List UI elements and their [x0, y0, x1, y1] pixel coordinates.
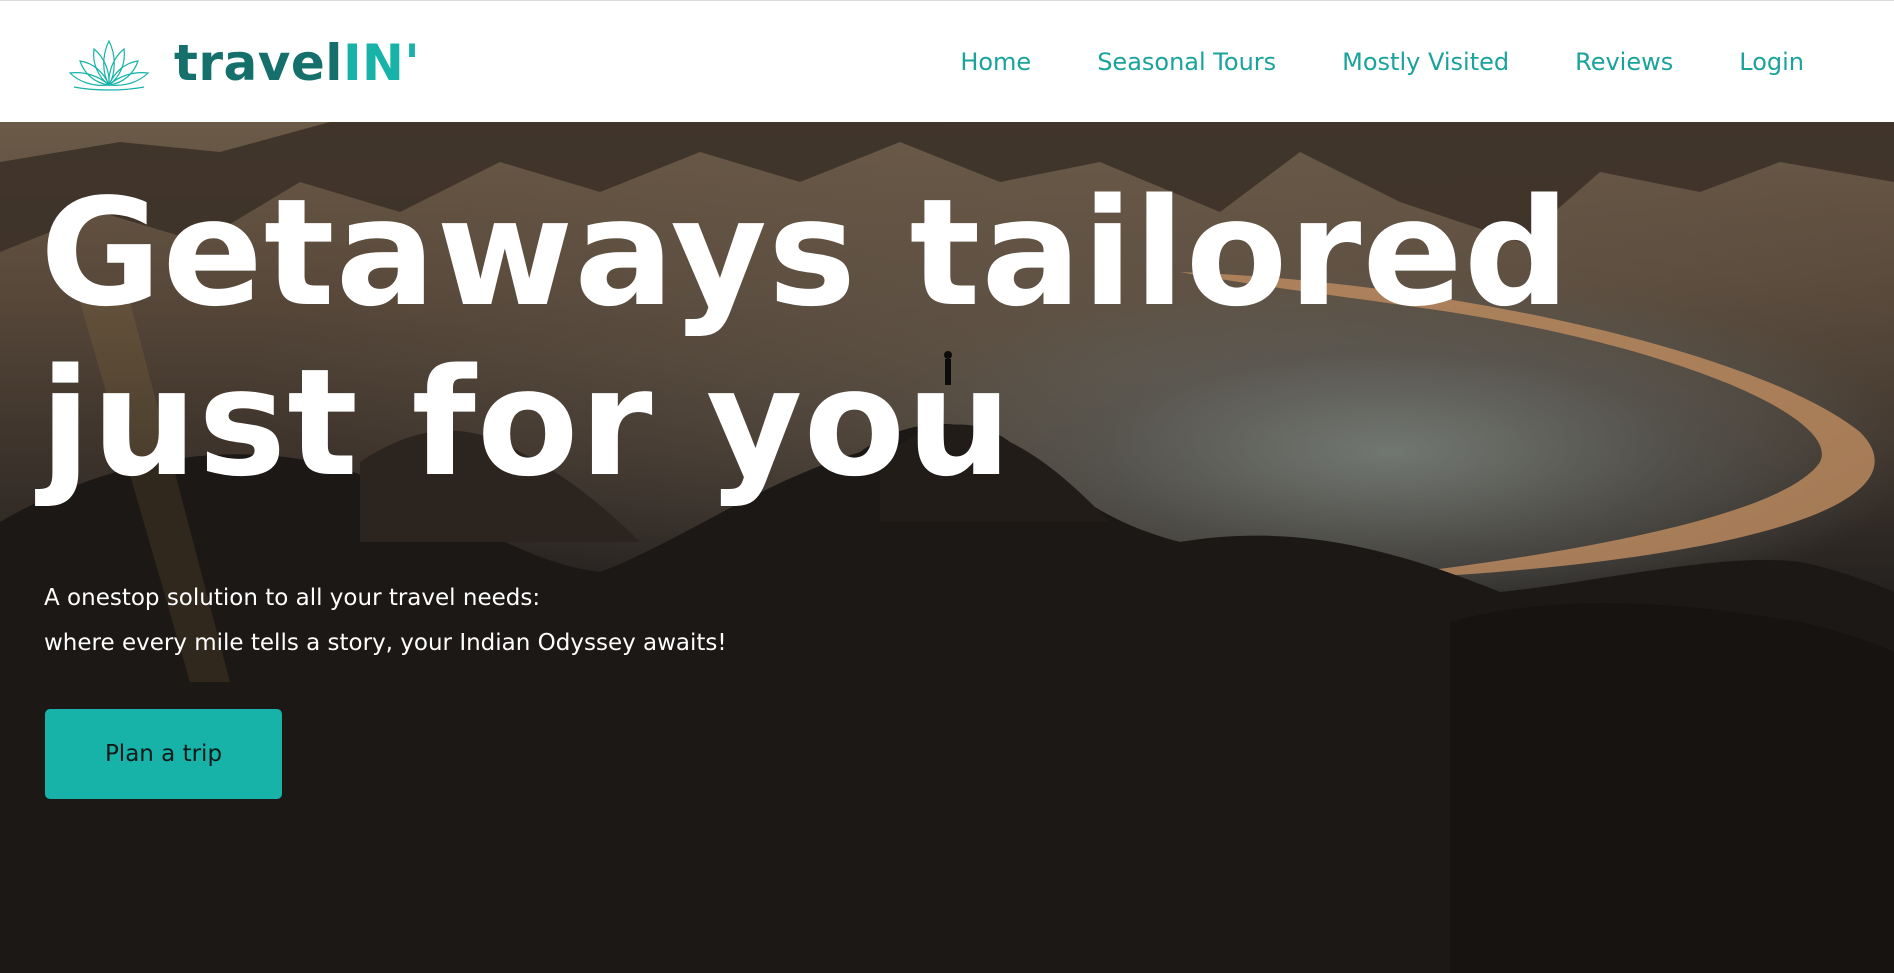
hero-subtitle-line1: A onestop solution to all your travel ne… [44, 585, 541, 611]
nav-mostly-visited[interactable]: Mostly Visited [1342, 48, 1509, 76]
hero-section: Getaways tailored just for you A onestop… [0, 122, 1894, 973]
hero-subtitle-line2: where every mile tells a story, your Ind… [44, 630, 727, 656]
plan-a-trip-button[interactable]: Plan a trip [45, 709, 282, 799]
top-navbar: travelIN' Home Seasonal Tours Mostly Vis… [0, 0, 1894, 122]
lotus-icon [68, 39, 150, 91]
brand-name-part1: travel [174, 34, 343, 92]
page: travelIN' Home Seasonal Tours Mostly Vis… [0, 0, 1894, 973]
nav-home[interactable]: Home [960, 48, 1031, 76]
main-nav: Home Seasonal Tours Mostly Visited Revie… [960, 1, 1804, 123]
hero-headline: Getaways tailored just for you [40, 167, 1571, 509]
nav-reviews[interactable]: Reviews [1575, 48, 1673, 76]
hero-headline-line1: Getaways tailored [40, 167, 1571, 339]
nav-seasonal-tours[interactable]: Seasonal Tours [1097, 48, 1276, 76]
hero-subtitle: A onestop solution to all your travel ne… [44, 576, 727, 666]
brand-name-part2: IN' [342, 34, 421, 92]
brand-name: travelIN' [174, 38, 420, 88]
hero-headline-line2: just for you [40, 337, 1013, 509]
brand[interactable]: travelIN' [64, 35, 420, 91]
nav-login[interactable]: Login [1739, 48, 1804, 76]
